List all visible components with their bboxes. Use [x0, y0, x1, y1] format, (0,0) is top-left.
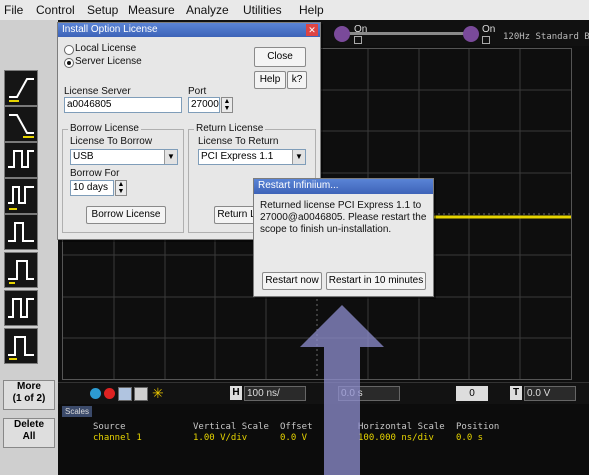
- scales-value-vertical: 1.00 V/div: [193, 433, 248, 443]
- pattern-icon: [8, 298, 34, 318]
- scales-value-source: channel 1: [93, 433, 142, 443]
- borrow-for-input[interactable]: 10 days: [70, 180, 114, 196]
- menu-file[interactable]: File: [4, 3, 23, 17]
- license-to-borrow-select[interactable]: USB ▼: [70, 149, 178, 165]
- borrow-license-button[interactable]: Borrow License: [86, 206, 166, 224]
- restart-message-line-2: 27000@a0046805. Please restart the: [260, 212, 427, 223]
- state-icon: [8, 336, 34, 360]
- autoscale-icon[interactable]: ✳: [152, 385, 164, 402]
- port-input[interactable]: 27000: [188, 97, 220, 113]
- borrow-select-value: USB: [73, 151, 94, 162]
- port-spinner[interactable]: ▲ ▼: [221, 97, 233, 113]
- falling-edge-trigger-button[interactable]: [4, 106, 38, 142]
- pattern-trigger-button[interactable]: [4, 290, 38, 326]
- menu-analyze[interactable]: Analyze: [186, 3, 229, 17]
- return-license-button[interactable]: Return L: [214, 206, 258, 224]
- scales-value-position: 0.0 s: [456, 433, 484, 443]
- menu-utilities[interactable]: Utilities: [243, 3, 282, 17]
- close-icon[interactable]: ✕: [306, 24, 318, 36]
- scales-header-source: Source: [93, 422, 126, 432]
- borrow-for-label: Borrow For: [70, 168, 120, 179]
- local-license-radio[interactable]: [64, 45, 74, 55]
- rising-edge-trigger-button[interactable]: [4, 70, 38, 106]
- rising-edge-icon: [9, 78, 34, 102]
- license-server-label: License Server: [64, 86, 131, 97]
- return-select-value: PCI Express 1.1: [201, 151, 274, 162]
- restart-dialog-title: Restart Infiniium...: [254, 179, 433, 194]
- runt-trigger-button[interactable]: [4, 214, 38, 250]
- more-sublabel: (1 of 2): [12, 393, 46, 404]
- menu-help[interactable]: Help: [299, 3, 324, 17]
- help-button[interactable]: Help: [254, 71, 286, 89]
- channel-4-label: On: [482, 24, 496, 35]
- clear-icon[interactable]: [134, 387, 148, 401]
- license-to-borrow-label: License To Borrow: [70, 136, 153, 147]
- delete-all-button[interactable]: Delete All: [3, 418, 55, 448]
- dialog-title: Install Option License: [58, 23, 320, 37]
- restart-message-line-1: Returned license PCI Express 1.1 to: [260, 200, 422, 211]
- pulse-width-trigger-button[interactable]: [4, 142, 38, 178]
- port-label: Port: [188, 86, 207, 97]
- runt-icon: [8, 222, 34, 242]
- run-icon[interactable]: [90, 388, 101, 399]
- pointer-arrow-icon: [300, 305, 384, 475]
- menu-measure[interactable]: Measure: [128, 3, 175, 17]
- falling-edge-icon: [9, 114, 34, 138]
- horizontal-icon: H: [230, 386, 242, 400]
- menu-bar: File Control Setup Measure Analyze Utili…: [0, 0, 589, 21]
- server-license-radio[interactable]: [64, 58, 74, 68]
- license-to-return-label: License To Return: [198, 136, 279, 147]
- zero-label: 0: [469, 388, 475, 399]
- stop-icon[interactable]: [104, 388, 115, 399]
- channel-3-label: On: [354, 24, 368, 35]
- restart-infiniium-dialog: Restart Infiniium... Returned license PC…: [253, 178, 434, 297]
- restart-now-button[interactable]: Restart now: [262, 272, 322, 290]
- return-group-label: Return License: [194, 123, 266, 134]
- timeout-icon: [8, 260, 34, 284]
- channel-4-checkbox[interactable]: [482, 36, 490, 44]
- scales-tab[interactable]: Scales: [62, 406, 92, 417]
- timeout-trigger-button[interactable]: [4, 252, 38, 288]
- close-button[interactable]: Close: [254, 47, 306, 67]
- license-to-return-select[interactable]: PCI Express 1.1 ▼: [198, 149, 306, 165]
- state-trigger-button[interactable]: [4, 328, 38, 364]
- acquisition-status: 120Hz Standard BW: [503, 32, 589, 42]
- server-license-label: Server License: [75, 56, 142, 67]
- channel-3-icon[interactable]: [334, 26, 350, 42]
- borrow-group-label: Borrow License: [68, 123, 141, 134]
- chevron-down-icon: ▼: [164, 150, 177, 164]
- more-button[interactable]: More (1 of 2): [3, 380, 55, 410]
- scales-header-position: Position: [456, 422, 500, 432]
- zero-delay-button[interactable]: 0: [456, 386, 488, 401]
- scales-header-vertical: Vertical Scale: [193, 422, 269, 432]
- delete-label: Delete: [13, 419, 44, 430]
- single-icon[interactable]: [118, 387, 132, 401]
- restart-message-line-3: scope to finish un-installation.: [260, 224, 392, 235]
- license-server-input[interactable]: a0046805: [64, 97, 182, 113]
- menu-setup[interactable]: Setup: [87, 3, 118, 17]
- whats-this-button[interactable]: k?: [287, 71, 307, 89]
- pulse-icon: [8, 150, 34, 168]
- timebase-field[interactable]: 100 ns/: [244, 386, 306, 401]
- more-label: More: [17, 381, 41, 392]
- trigger-level-field[interactable]: 0.0 V: [524, 386, 576, 401]
- glitch-icon: [8, 186, 34, 210]
- chevron-down-icon: ▼: [292, 150, 305, 164]
- menu-control[interactable]: Control: [36, 3, 75, 17]
- delete-sublabel: All: [22, 431, 36, 442]
- channel-3-checkbox[interactable]: [354, 36, 362, 44]
- glitch-trigger-button[interactable]: [4, 178, 38, 214]
- left-toolbar: More (1 of 2) Delete All: [0, 20, 58, 475]
- restart-later-button[interactable]: Restart in 10 minutes: [326, 272, 426, 290]
- local-license-label: Local License: [75, 43, 137, 54]
- borrow-for-spinner[interactable]: ▲ ▼: [115, 180, 127, 196]
- trigger-icon: T: [510, 386, 522, 400]
- channel-4-icon[interactable]: [463, 26, 479, 42]
